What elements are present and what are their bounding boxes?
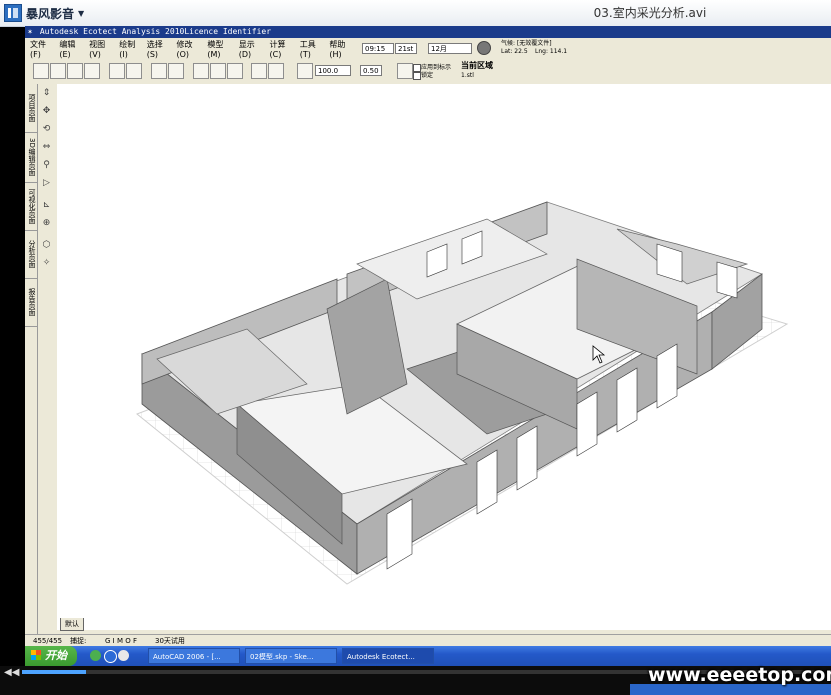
axis-tool-icon[interactable]: ⊾ [41,200,52,211]
tab-project[interactable]: 项目页面 [25,84,37,133]
step-field[interactable]: 0.50 [360,65,382,76]
tool-icon-3[interactable] [151,63,167,79]
chevron-down-icon: ▼ [78,8,85,18]
navigate-icon[interactable]: ✧ [41,258,52,269]
zoom-icon[interactable]: ⚲ [41,160,52,171]
lock-checkbox[interactable] [413,72,421,80]
weather-file-label: 气候: [无效覆文件] [501,40,552,47]
move-icon[interactable]: ✥ [41,106,52,117]
pan-up-icon[interactable]: ⇕ [41,88,52,99]
app-logo-icon: ✶ [27,27,33,36]
task-autocad[interactable]: AutoCAD 2006 - [... [148,648,240,664]
latitude-label: Lat: 22.5 [501,48,528,55]
axis-icon[interactable] [397,63,413,79]
view-tools: ⇕ ✥ ⟲ ⇔ ⚲ ▷ ⊾ ⊕ ⬡ ✧ [38,84,56,634]
tool-icon-1[interactable] [109,63,125,79]
play-icon[interactable]: ▷ [41,178,52,189]
tool-icon-6[interactable] [210,63,226,79]
menu-bar: 文件(F) 编辑(E) 视图(V) 绘制(I) 选择(S) 修改(O) 模型(M… [27,39,357,59]
watermark: www.eeeetop.com [648,664,831,686]
player-brand-label: 暴风影音 [26,6,75,21]
tool-icon-5[interactable] [193,63,209,79]
undo-icon[interactable] [251,63,267,79]
task-ecotect[interactable]: Autodesk Ecotect... [342,648,434,664]
menu-edit[interactable]: 编辑(E) [56,39,86,59]
target-icon[interactable]: ⊕ [41,218,52,229]
time-field[interactable]: 09:15 [362,43,394,54]
tab-3d-edit[interactable]: 3D编辑页面 [25,132,37,183]
pan-icon[interactable]: ⇔ [41,142,52,153]
app-title: Autodesk Ecotect Analysis 2010Licence Id… [39,27,272,36]
longitude-label: Lng: 114.1 [535,48,568,55]
menu-display[interactable]: 显示(D) [236,39,267,59]
apply-checkbox[interactable] [413,64,421,72]
3d-viewport[interactable] [57,84,831,630]
lock-label: 锁定 [421,72,434,79]
day-field[interactable]: 21st [395,43,417,54]
menu-view[interactable]: 视图(V) [86,39,116,59]
quicklaunch-icon-3[interactable] [118,650,129,661]
zone-value: 1.stl [461,72,474,79]
redo-icon[interactable] [268,63,284,79]
player-brand[interactable]: 暴风影音 ▼ [4,3,84,23]
tab-visualise[interactable]: 可视化页面 [25,182,37,231]
player-logo-icon [4,4,22,22]
app-titlebar: ✶ Autodesk Ecotect Analysis 2010Licence … [25,26,831,38]
menu-modify[interactable]: 修改(O) [174,39,205,59]
task-sketchup[interactable]: 02模型.skp - Ske... [245,648,337,664]
video-title: 03.室内采光分析.avi [593,6,707,20]
zone-title: 当前区域 [461,61,493,70]
tab-report[interactable]: 报告页面 [25,278,37,327]
menu-tools[interactable]: 工具(T) [297,39,327,59]
tab-analysis[interactable]: 分析页面 [25,230,37,279]
save-icon[interactable] [67,63,83,79]
apply-label: 应用到标示 [421,64,452,71]
zoom-field[interactable]: 100.0 [315,65,351,76]
menu-model[interactable]: 模型(M) [204,39,235,59]
new-icon[interactable] [33,63,49,79]
menu-help[interactable]: 帮助(H) [326,39,357,59]
quicklaunch-icon-1[interactable] [90,650,101,661]
menu-select[interactable]: 选择(S) [144,39,174,59]
cube-icon[interactable]: ⬡ [41,240,52,251]
building-model [136,201,789,585]
month-select[interactable]: 12月 [428,43,472,54]
menu-draw[interactable]: 绘制(I) [116,39,143,59]
export-icon[interactable] [84,63,100,79]
rewind-icon[interactable]: ◀◀ [4,667,19,678]
open-icon[interactable] [50,63,66,79]
start-label: 开始 [45,649,67,662]
menu-file[interactable]: 文件(F) [27,39,56,59]
start-button[interactable]: 开始 [25,646,77,666]
seek-progress [22,670,86,674]
page-tabs: 项目页面 3D编辑页面 可视化页面 分析页面 报告页面 [25,84,38,634]
pointer-tool-icon[interactable] [297,63,313,79]
orbit-icon[interactable]: ⟲ [41,124,52,135]
tool-icon-7[interactable] [227,63,243,79]
windows-logo-icon [31,650,41,660]
globe-icon[interactable] [477,41,491,55]
tool-icon-4[interactable] [168,63,184,79]
quicklaunch-icon-2[interactable] [104,650,117,663]
menu-calculate[interactable]: 计算(C) [267,39,297,59]
tool-icon-2[interactable] [126,63,142,79]
view-tab-default[interactable]: 默认 [60,618,84,631]
